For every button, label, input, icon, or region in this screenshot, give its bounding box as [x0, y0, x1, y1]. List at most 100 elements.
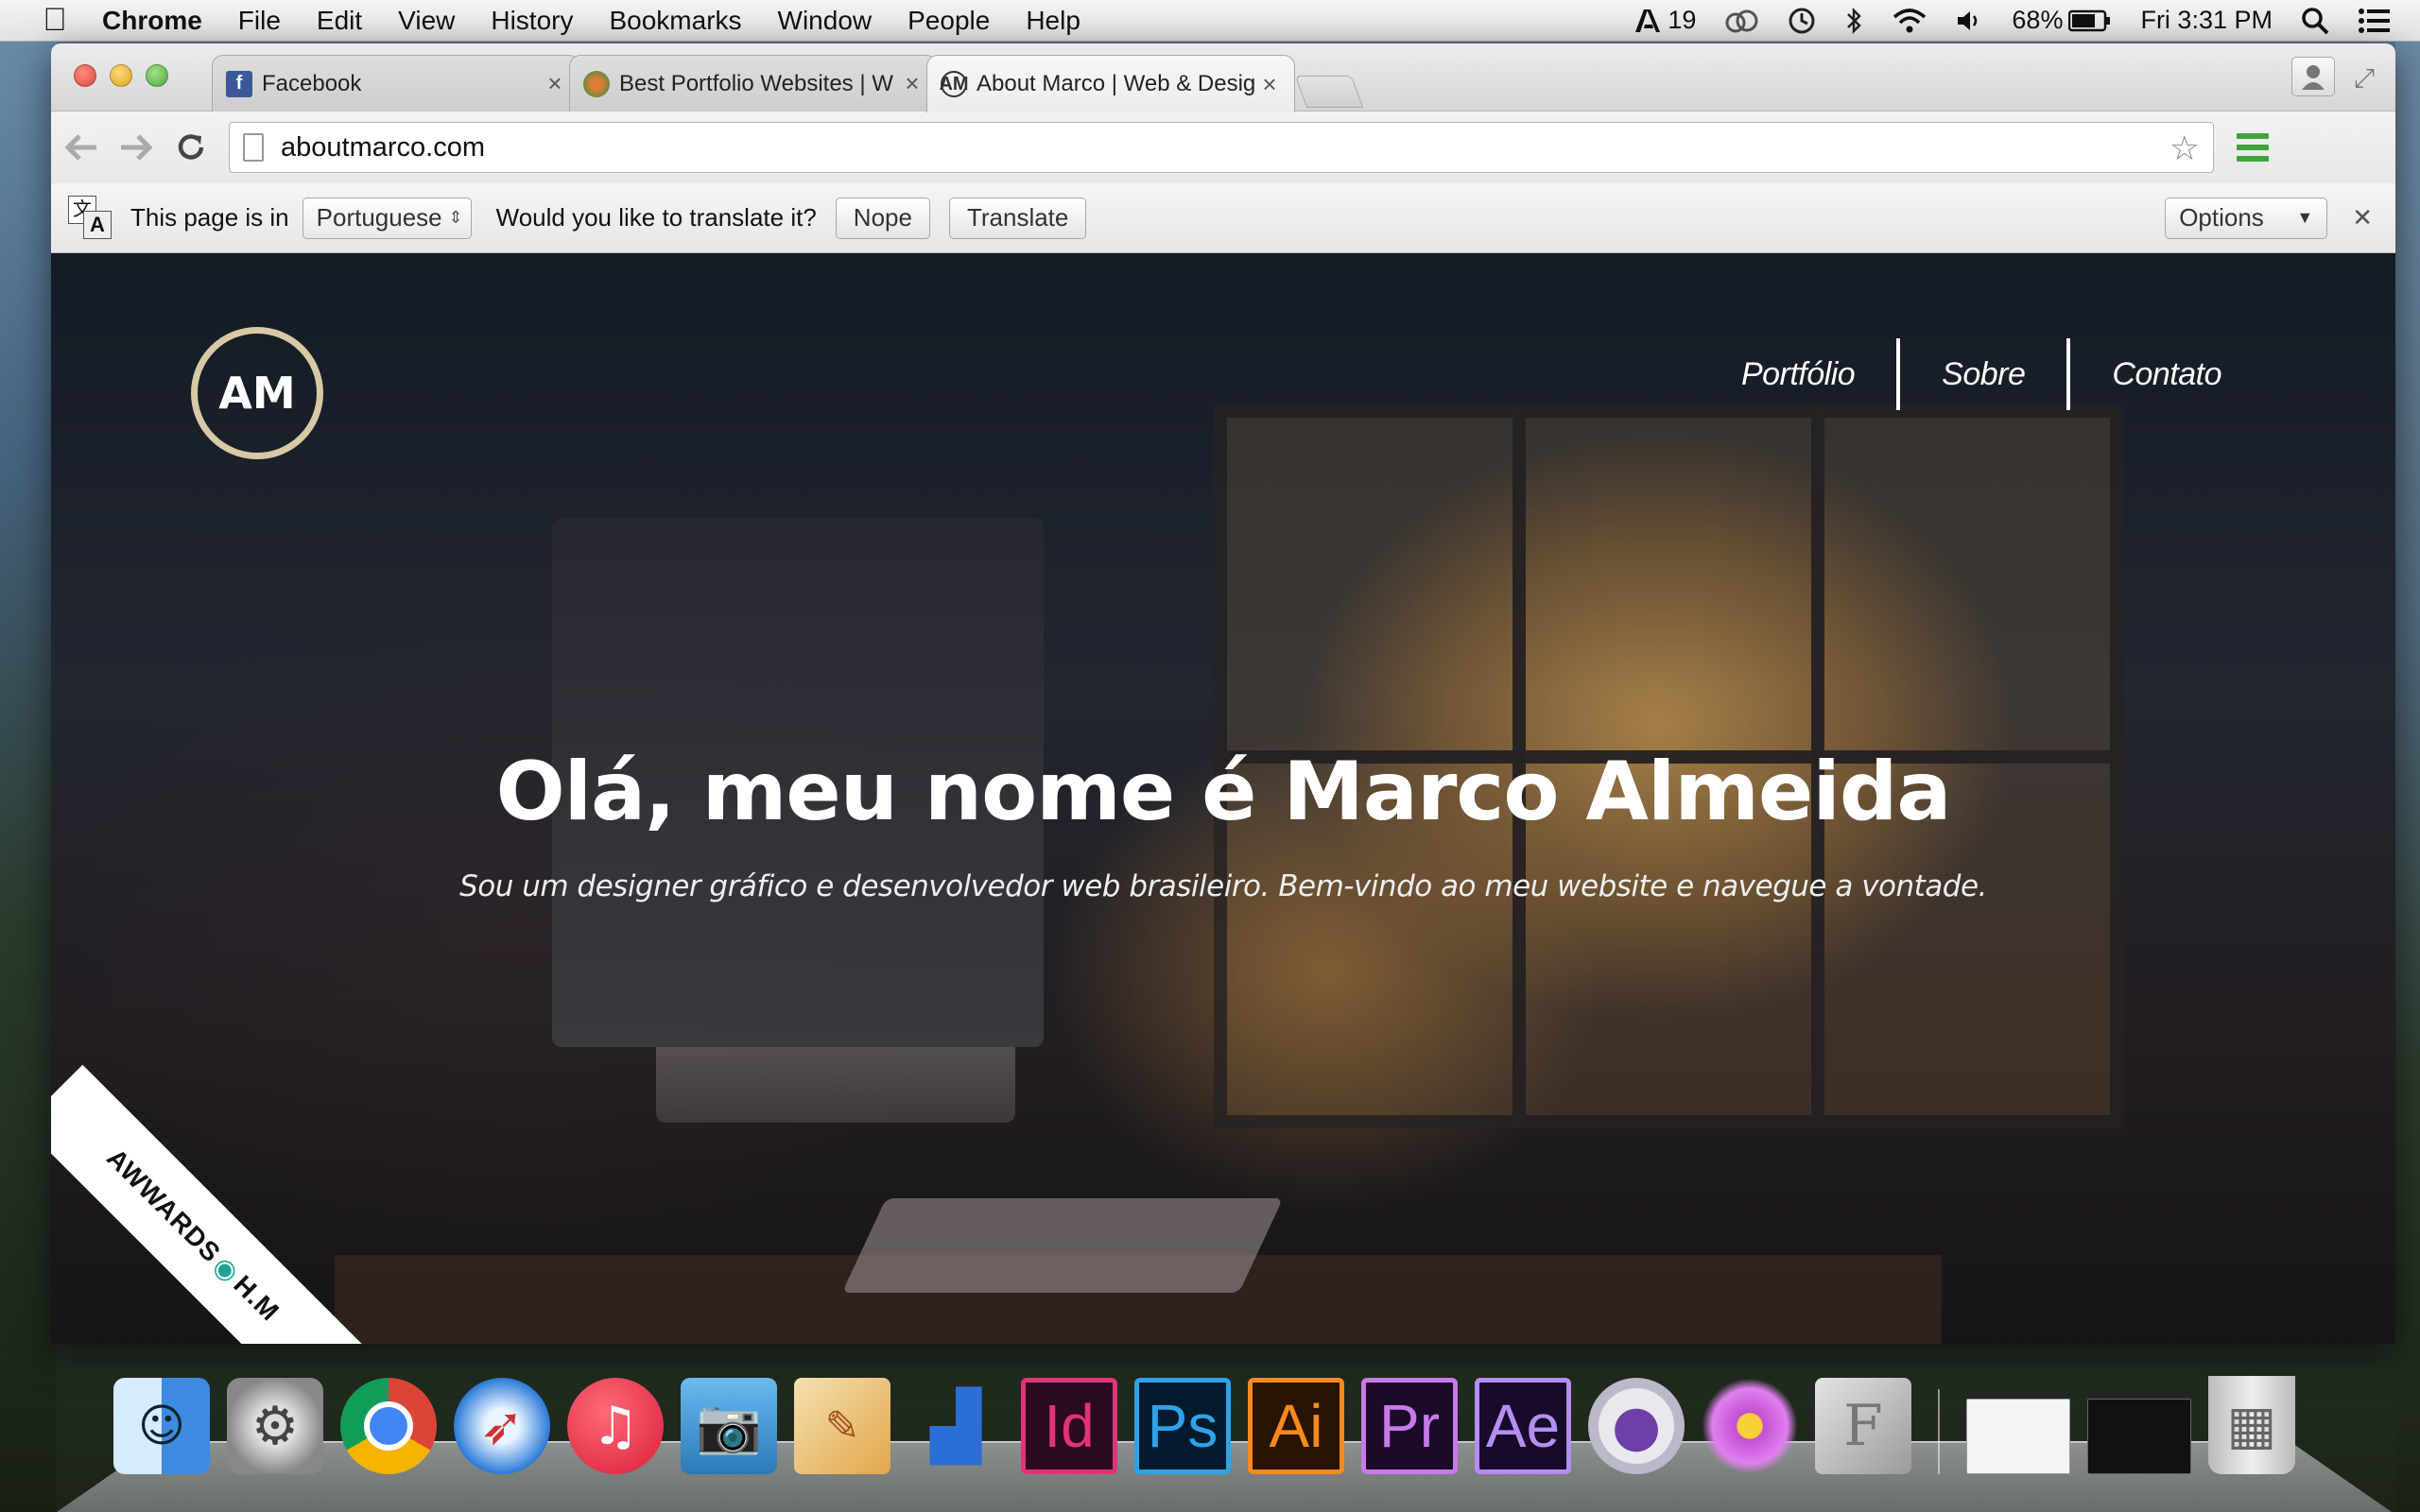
ribbon-right-text: H.M: [228, 1269, 285, 1327]
translate-button[interactable]: Translate: [948, 197, 1087, 239]
github-icon[interactable]: ●: [1588, 1378, 1685, 1474]
url-text[interactable]: aboutmarco.com: [281, 132, 485, 163]
keynote-icon[interactable]: ▟: [908, 1378, 1004, 1474]
menu-view[interactable]: View: [398, 6, 455, 36]
infobar-close-icon[interactable]: ✕: [2352, 203, 2373, 232]
indesign-window-thumbnail-icon[interactable]: [2087, 1399, 2191, 1474]
tab-about-marco[interactable]: AM About Marco | Web & Desig ×: [926, 55, 1295, 112]
nope-button[interactable]: Nope: [835, 197, 930, 239]
browser-window: f Facebook × Best Portfolio Websites | W…: [51, 43, 2395, 1344]
menu-edit[interactable]: Edit: [317, 6, 362, 36]
menu-people[interactable]: People: [908, 6, 990, 36]
menu-app-name[interactable]: Chrome: [102, 6, 202, 36]
menu-history[interactable]: History: [491, 6, 573, 36]
adobe-icon: [1635, 9, 1661, 32]
dock-separator: [1938, 1389, 1940, 1474]
iphoto-icon[interactable]: 📷: [681, 1378, 777, 1474]
menu-file[interactable]: File: [238, 6, 281, 36]
awwwards-icon: [583, 70, 610, 97]
font-book-icon[interactable]: F: [1815, 1378, 1911, 1474]
wifi-icon[interactable]: [1893, 8, 1927, 34]
options-dropdown[interactable]: Options ▼: [2165, 197, 2328, 239]
translate-prefix: This page is in: [130, 203, 289, 232]
new-tab-button[interactable]: [1294, 76, 1364, 108]
arrow-right-icon: [121, 134, 153, 161]
hero-background-keyboard: [841, 1198, 1284, 1293]
back-button[interactable]: [57, 123, 106, 172]
window-close-button[interactable]: [74, 64, 96, 87]
tab-close-icon[interactable]: ×: [544, 69, 566, 98]
indesign-icon[interactable]: Id: [1021, 1378, 1117, 1474]
tab-close-icon[interactable]: ×: [901, 69, 924, 98]
reload-icon: [178, 134, 204, 160]
time-machine-icon[interactable]: [1787, 6, 1817, 36]
facebook-icon: f: [226, 70, 252, 97]
language-select[interactable]: Portuguese: [302, 197, 472, 239]
notification-center-icon[interactable]: [2358, 7, 2392, 35]
menu-window[interactable]: Window: [778, 6, 873, 36]
pages-icon[interactable]: ✎: [794, 1378, 890, 1474]
nav-contato[interactable]: Contato: [2066, 338, 2263, 410]
site-logo[interactable]: AM: [191, 327, 323, 459]
battery-percent: 68%: [2012, 6, 2064, 34]
tab-close-icon[interactable]: ×: [1258, 70, 1281, 99]
am-logo-icon: AM: [939, 71, 969, 97]
volume-icon[interactable]: [1955, 8, 1983, 34]
window-controls: [74, 64, 168, 87]
adobe-status[interactable]: 19: [1634, 6, 1696, 35]
hero-subheadline: Sou um designer gráfico e desenvolvedor …: [459, 869, 1987, 903]
window-zoom-button[interactable]: [146, 64, 168, 87]
nav-portfolio[interactable]: Portfólio: [1700, 338, 1896, 410]
arrow-left-icon: [64, 134, 96, 161]
bookmark-star-icon[interactable]: ☆: [2169, 129, 2200, 168]
address-bar[interactable]: aboutmarco.com ☆: [229, 122, 2214, 173]
spotlight-icon[interactable]: [2301, 7, 2329, 35]
tab-title: About Marco | Web & Desig: [977, 71, 1256, 96]
dropdown-arrow-icon: ▼: [2296, 208, 2314, 227]
profile-button[interactable]: [2291, 57, 2335, 96]
battery-icon: [2068, 9, 2111, 31]
battery-status[interactable]: 68%: [2012, 6, 2112, 35]
dock: ☺ ⚙ ➶ ♫ 📷 ✎ ▟ Id Ps Ai Pr Ae ● F ▦: [113, 1368, 2295, 1474]
after-effects-icon[interactable]: Ae: [1475, 1378, 1571, 1474]
adobe-count: 19: [1668, 6, 1697, 34]
tab-best-portfolio[interactable]: Best Portfolio Websites | W ×: [569, 55, 938, 112]
system-preferences-icon[interactable]: ⚙: [227, 1378, 323, 1474]
menu-extras: 19 68% Fri 3:31 PM: [1634, 6, 2392, 36]
tab-title: Facebook: [262, 70, 362, 96]
trash-icon[interactable]: ▦: [2208, 1376, 2295, 1474]
menu-help[interactable]: Help: [1026, 6, 1080, 36]
premiere-icon[interactable]: Pr: [1361, 1378, 1458, 1474]
tab-facebook[interactable]: f Facebook ×: [212, 55, 580, 112]
fullscreen-icon[interactable]: ⤢: [2348, 62, 2380, 94]
finder-icon[interactable]: ☺: [113, 1378, 210, 1474]
bluetooth-icon[interactable]: [1845, 7, 1864, 35]
flower-app-icon[interactable]: [1702, 1378, 1798, 1474]
person-icon: [2302, 65, 2325, 90]
apple-menu-icon[interactable]: : [36, 2, 74, 39]
illustrator-icon[interactable]: Ai: [1248, 1378, 1344, 1474]
itunes-icon[interactable]: ♫: [567, 1378, 664, 1474]
itunes-window-thumbnail-icon[interactable]: [1966, 1399, 2070, 1474]
options-label: Options: [2179, 203, 2264, 232]
window-minimize-button[interactable]: [110, 64, 132, 87]
menu-bar:  Chrome File Edit View History Bookmark…: [0, 0, 2420, 42]
chrome-icon[interactable]: [340, 1378, 437, 1474]
nav-sobre[interactable]: Sobre: [1896, 338, 2066, 410]
creative-cloud-icon[interactable]: [1724, 8, 1758, 34]
menu-bookmarks[interactable]: Bookmarks: [609, 6, 741, 36]
hero-background-monitor-chin: [656, 1047, 1015, 1123]
page-icon: [243, 133, 264, 162]
translate-icon: 文A: [68, 195, 113, 241]
chrome-menu-icon[interactable]: [2237, 133, 2269, 162]
awwwards-ribbon[interactable]: AWWARDS ◉ H.M: [51, 1064, 364, 1344]
clock[interactable]: Fri 3:31 PM: [2140, 6, 2273, 35]
translate-infobar: 文A This page is in Portuguese Would you …: [51, 183, 2395, 253]
reload-button[interactable]: [166, 123, 216, 172]
ribbon-left-text: AWWARDS: [101, 1143, 227, 1268]
desktop-wallpaper-right: [2395, 42, 2420, 1512]
forward-button[interactable]: [112, 123, 161, 172]
photoshop-icon[interactable]: Ps: [1134, 1378, 1231, 1474]
safari-icon[interactable]: ➶: [454, 1378, 550, 1474]
hero-headline: Olá, meu nome é Marco Almeida: [495, 745, 1952, 839]
